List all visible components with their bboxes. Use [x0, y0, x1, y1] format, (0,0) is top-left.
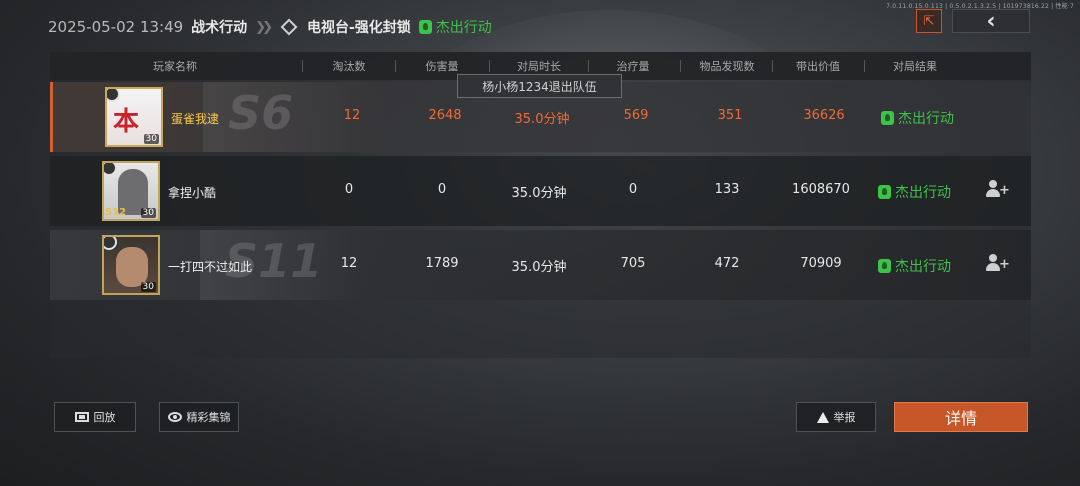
highlights-label: 精彩集锦: [186, 411, 231, 424]
header-items-found: 物品发现数: [699, 60, 755, 73]
items-found-value: 351: [717, 108, 743, 123]
header-match-result: 对局结果: [893, 60, 937, 73]
duration-value: 35.0分钟: [514, 112, 570, 127]
replay-label: 回放: [93, 411, 116, 424]
avatar[interactable]: 本 30: [105, 87, 163, 147]
add-friend-button[interactable]: +: [986, 254, 1010, 274]
header-damage: 伤害量: [425, 60, 459, 73]
season-watermark: S6: [228, 86, 294, 140]
map-diamond-icon: [280, 18, 298, 36]
eliminations-value: 12: [340, 256, 358, 271]
avatar-graphic: 本: [113, 107, 140, 137]
header-healing: 治疗量: [616, 60, 650, 73]
leaf-icon: [418, 20, 432, 34]
player-name: 拿捏小酷: [168, 186, 217, 200]
row-result-label: 杰出行动: [898, 111, 954, 127]
leaf-icon: [881, 111, 894, 125]
row-result-label: 杰出行动: [895, 259, 951, 275]
add-friend-icon: [989, 254, 997, 262]
leaf-icon: [878, 259, 891, 273]
match-header: 2025-05-02 13:49 战术行动 ❯❯ 电视台-强化封锁 杰出行动: [48, 14, 492, 40]
header-divider: [680, 60, 681, 72]
items-found-value: 133: [714, 182, 740, 197]
report-label: 举报: [833, 411, 856, 424]
header-extract-value: 带出价值: [796, 60, 840, 73]
share-button[interactable]: ⇱: [916, 9, 942, 33]
eliminations-value: 12: [343, 108, 361, 123]
player-level: 30: [140, 282, 156, 292]
report-button[interactable]: 举报: [796, 402, 876, 432]
film-icon: [74, 412, 89, 422]
row-result: 杰出行动: [878, 256, 951, 276]
game-mode: 战术行动: [191, 20, 248, 36]
extract-value: 1608670: [792, 182, 850, 197]
extract-value: 36626: [803, 108, 845, 123]
header-divider: [302, 60, 303, 72]
chevron-left-icon: ‹: [986, 8, 996, 34]
match-timestamp: 2025-05-02 13:49: [48, 18, 184, 36]
duration-value: 35.0分钟: [511, 260, 567, 275]
header-player-name: 玩家名称: [153, 60, 197, 73]
add-friend-icon-body: [986, 189, 1000, 197]
leaf-icon: [878, 185, 891, 199]
avatar[interactable]: 30: [102, 235, 160, 295]
avatar-graphic: [116, 247, 148, 287]
match-result-label: 杰出行动: [435, 20, 492, 36]
replay-button[interactable]: 回放: [54, 402, 136, 432]
damage-value: 2648: [428, 108, 462, 123]
eliminations-value: 0: [344, 182, 354, 197]
avatar[interactable]: S12 30: [102, 161, 160, 221]
plus-icon: +: [999, 257, 1010, 272]
table-row[interactable]: S11 30 一打四不过如此 12 1789 35.0分钟 705 472 70…: [50, 230, 1031, 300]
back-button[interactable]: ‹: [952, 8, 1030, 34]
duration-value: 35.0分钟: [511, 186, 567, 201]
header-divider: [489, 60, 490, 72]
add-friend-icon: [989, 180, 997, 188]
map-name: 电视台-强化封锁: [306, 20, 411, 36]
rank-badge-icon: [107, 89, 120, 102]
rank-badge-icon: [104, 237, 117, 250]
table-row[interactable]: S12 30 拿捏小酷 0 0 35.0分钟 0 133 1608670 杰出行…: [50, 156, 1031, 226]
add-friend-button[interactable]: +: [986, 180, 1010, 200]
highlights-icon: [167, 412, 182, 422]
row-result: 杰出行动: [881, 108, 954, 128]
details-button[interactable]: 详情: [894, 402, 1028, 432]
extract-value: 70909: [800, 256, 842, 271]
share-icon: ⇱: [923, 13, 935, 29]
match-result: 杰出行动: [418, 17, 492, 37]
items-found-value: 472: [714, 256, 740, 271]
player-name: 蛋雀我逮: [171, 112, 220, 126]
rank-badge-icon: [104, 163, 117, 176]
header-duration: 对局时长: [517, 60, 561, 73]
player-level: 30: [143, 134, 159, 144]
plus-icon: +: [999, 183, 1010, 198]
chevron-right-icon: ❯❯: [255, 19, 273, 35]
header-divider: [395, 60, 396, 72]
row-result-label: 杰出行动: [895, 185, 951, 201]
healing-value: 0: [628, 182, 638, 197]
header-divider: [864, 60, 865, 72]
healing-value: 569: [623, 108, 649, 123]
healing-value: 705: [620, 256, 646, 271]
header-eliminations: 淘汰数: [332, 60, 366, 73]
damage-value: 1789: [425, 256, 459, 271]
player-name: 一打四不过如此: [168, 260, 253, 274]
toast-notification: 杨小杨1234退出队伍: [457, 74, 622, 98]
season-tag: S12: [105, 207, 127, 218]
player-level: 30: [140, 208, 156, 218]
add-friend-icon-body: [986, 263, 1000, 271]
warning-icon: [816, 411, 829, 423]
damage-value: 0: [437, 182, 447, 197]
details-label: 详情: [944, 409, 977, 428]
highlights-button[interactable]: 精彩集锦: [159, 402, 239, 432]
row-result: 杰出行动: [878, 182, 951, 202]
